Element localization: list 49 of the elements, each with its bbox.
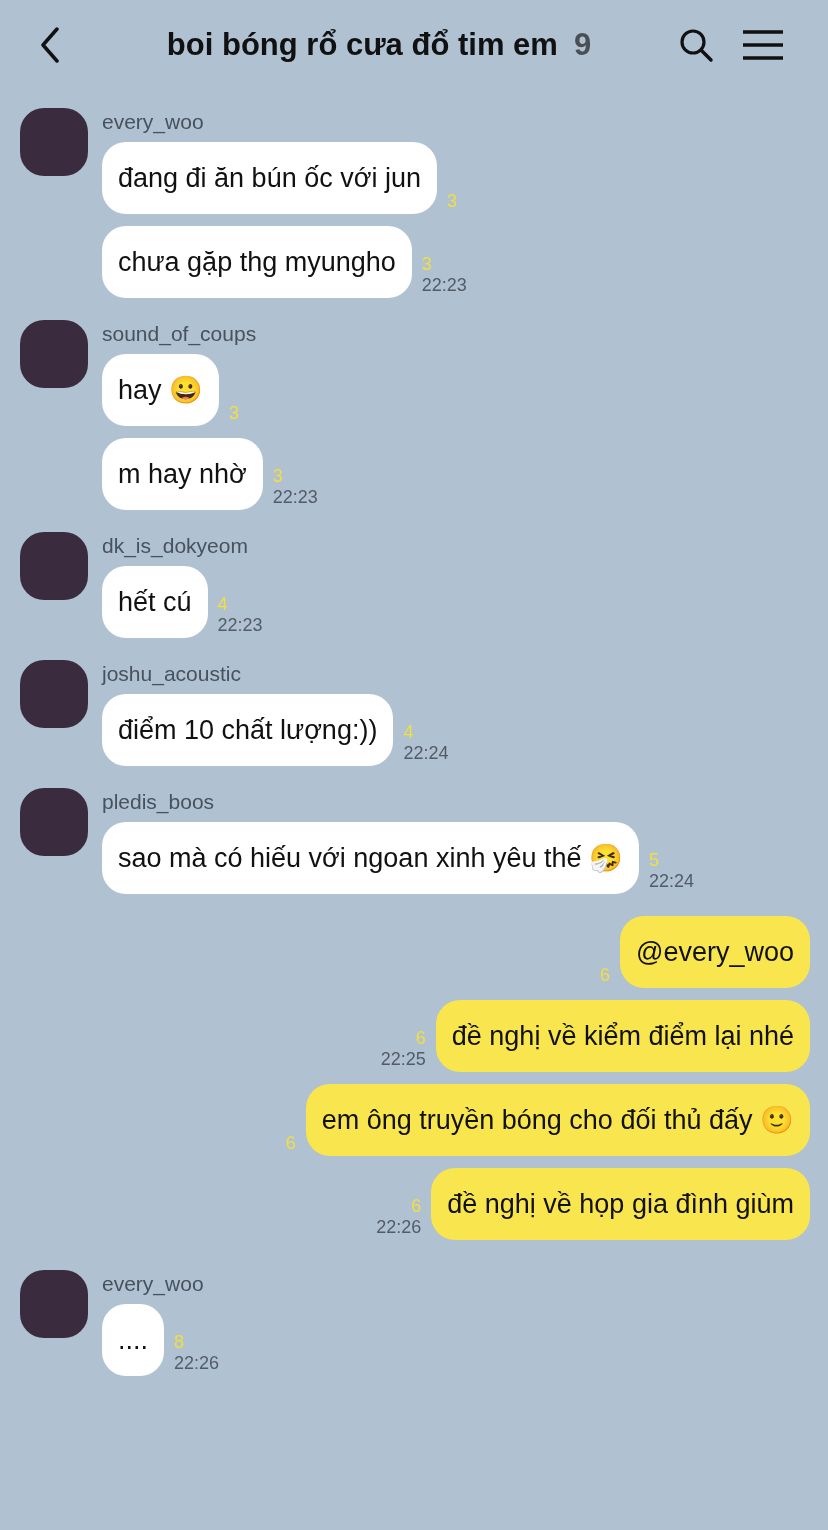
message-time: 22:23 [217, 615, 263, 636]
read-count: 3 [446, 191, 457, 212]
message-bubble: điểm 10 chất lượng:)) [102, 694, 394, 766]
message-bubble: @every_woo [620, 916, 810, 988]
search-icon[interactable] [678, 27, 714, 63]
message-bubble: hết cú [102, 566, 208, 638]
menu-icon[interactable] [742, 29, 784, 61]
sender-name: joshu_acoustic [102, 662, 241, 686]
read-count: 3 [229, 403, 240, 424]
avatar-photo-placeholder[interactable] [20, 1270, 88, 1338]
message-bubble: m hay nhờ [102, 438, 263, 510]
message-time: 22:23 [421, 275, 467, 296]
message-bubble: em ông truyền bóng cho đối thủ đấy 🙂 [305, 1084, 810, 1156]
message-bubble: .... [102, 1304, 164, 1376]
message-time: 22:26 [174, 1353, 220, 1374]
message-time: 22:26 [376, 1217, 422, 1238]
read-count: 6 [415, 1028, 426, 1049]
message-bubble: đang đi ăn bún ốc với jun [102, 142, 437, 214]
read-count: 4 [217, 594, 229, 615]
back-icon[interactable] [40, 27, 60, 63]
message-time: 22:24 [649, 871, 695, 892]
avatar-photo-placeholder[interactable] [20, 532, 88, 600]
avatar-photo-placeholder[interactable] [20, 788, 88, 856]
message-bubble: đề nghị về họp gia đình giùm [431, 1168, 810, 1240]
sender-name: dk_is_dokyeom [102, 534, 248, 558]
member-count: 9 [573, 27, 592, 63]
read-count: 4 [403, 722, 415, 743]
sender-name: every_woo [102, 110, 204, 134]
read-count: 6 [411, 1196, 422, 1217]
read-count: 6 [600, 965, 610, 986]
read-count: 8 [174, 1332, 186, 1353]
message-bubble: chưa gặp thg myungho [102, 226, 412, 298]
message-time: 22:24 [403, 743, 449, 764]
avatar-photo-placeholder[interactable] [20, 108, 88, 176]
sender-name: sound_of_coups [102, 322, 257, 346]
message-bubble: hay 😀 [102, 354, 220, 426]
read-count: 5 [649, 850, 660, 871]
sender-name: every_woo [102, 1272, 204, 1296]
read-count: 3 [421, 254, 433, 275]
message-time: 22:23 [272, 487, 318, 508]
chat-title: boi bóng rổ cưa đổ tim em [166, 27, 558, 63]
message-bubble: sao mà có hiếu với ngoan xinh yêu thế 🤧 [102, 822, 639, 894]
read-count: 3 [272, 466, 284, 487]
message-time: 22:25 [380, 1049, 426, 1070]
read-count: 6 [285, 1133, 296, 1154]
message-bubble: đề nghị về kiểm điểm lại nhé [435, 1000, 810, 1072]
sender-name: pledis_boos [102, 790, 215, 814]
avatar-photo-placeholder[interactable] [20, 660, 88, 728]
avatar-photo-placeholder[interactable] [20, 320, 88, 388]
